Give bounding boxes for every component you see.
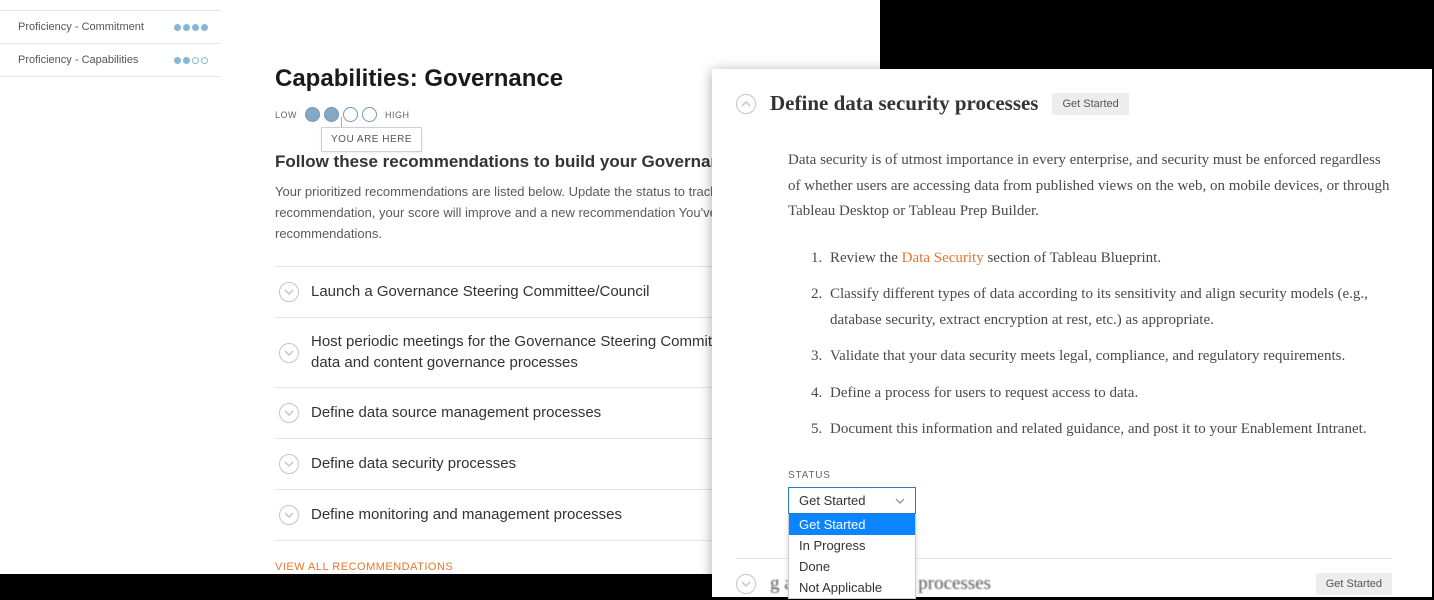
sidebar: Proficiency - Commitment Proficiency - C… xyxy=(0,10,220,77)
scale-circles: YOU ARE HERE xyxy=(305,107,377,122)
detail-title: Define data security processes xyxy=(770,91,1038,116)
step-item: Review the Data Security section of Tabl… xyxy=(826,245,1392,271)
scale-low-label: LOW xyxy=(275,110,297,120)
score-dots xyxy=(174,24,208,31)
status-button[interactable]: Get Started xyxy=(1316,573,1392,595)
recommendation-detail-panel: Define data security processes Get Start… xyxy=(712,69,1432,597)
recommendation-title: Define data source management processes xyxy=(311,403,767,423)
status-label: STATUS xyxy=(788,470,1392,481)
chevron-down-icon xyxy=(895,496,905,506)
sidebar-item-commitment[interactable]: Proficiency - Commitment xyxy=(0,11,220,44)
chevron-down-icon[interactable] xyxy=(279,282,299,302)
status-dropdown[interactable]: Get Started Get Started In Progress Done… xyxy=(788,487,916,514)
status-dropdown-menu: Get Started In Progress Done Not Applica… xyxy=(788,514,916,599)
chevron-down-icon[interactable] xyxy=(279,454,299,474)
chevron-down-icon[interactable] xyxy=(279,343,299,363)
status-dropdown-trigger[interactable]: Get Started xyxy=(788,487,916,514)
recommendation-title: Define monitoring and management process… xyxy=(311,505,767,525)
status-option[interactable]: Not Applicable xyxy=(789,577,915,598)
recommendation-title: Launch a Governance Steering Committee/C… xyxy=(311,282,767,302)
chevron-up-icon[interactable] xyxy=(736,94,756,114)
chevron-down-icon[interactable] xyxy=(279,505,299,525)
step-item: Document this information and related gu… xyxy=(826,416,1392,442)
status-option[interactable]: Done xyxy=(789,556,915,577)
detail-body: Data security is of utmost importance in… xyxy=(788,148,1392,225)
step-item: Classify different types of data accordi… xyxy=(826,281,1392,334)
detail-steps: Review the Data Security section of Tabl… xyxy=(810,245,1392,443)
status-option[interactable]: Get Started xyxy=(789,514,915,535)
data-security-link[interactable]: Data Security xyxy=(902,250,984,266)
view-all-link[interactable]: VIEW ALL RECOMMENDATIONS xyxy=(275,561,453,573)
sidebar-item-capabilities[interactable]: Proficiency - Capabilities xyxy=(0,44,220,77)
sidebar-item-label: Proficiency - Commitment xyxy=(18,21,144,33)
status-option[interactable]: In Progress xyxy=(789,535,915,556)
scale-high-label: HIGH xyxy=(385,110,410,120)
sidebar-item-label: Proficiency - Capabilities xyxy=(18,54,138,66)
score-dots xyxy=(174,57,208,64)
chevron-down-icon[interactable] xyxy=(279,403,299,423)
chevron-down-icon[interactable] xyxy=(736,574,756,594)
detail-header: Define data security processes Get Start… xyxy=(736,91,1392,116)
step-item: Define a process for users to request ac… xyxy=(826,380,1392,406)
status-section: STATUS Get Started Get Started In Progre… xyxy=(788,470,1392,514)
you-are-here-tooltip: YOU ARE HERE xyxy=(321,127,422,152)
recommendation-title: Define data security processes xyxy=(311,454,767,474)
step-item: Validate that your data security meets l… xyxy=(826,343,1392,369)
status-button[interactable]: Get Started xyxy=(1052,93,1128,115)
